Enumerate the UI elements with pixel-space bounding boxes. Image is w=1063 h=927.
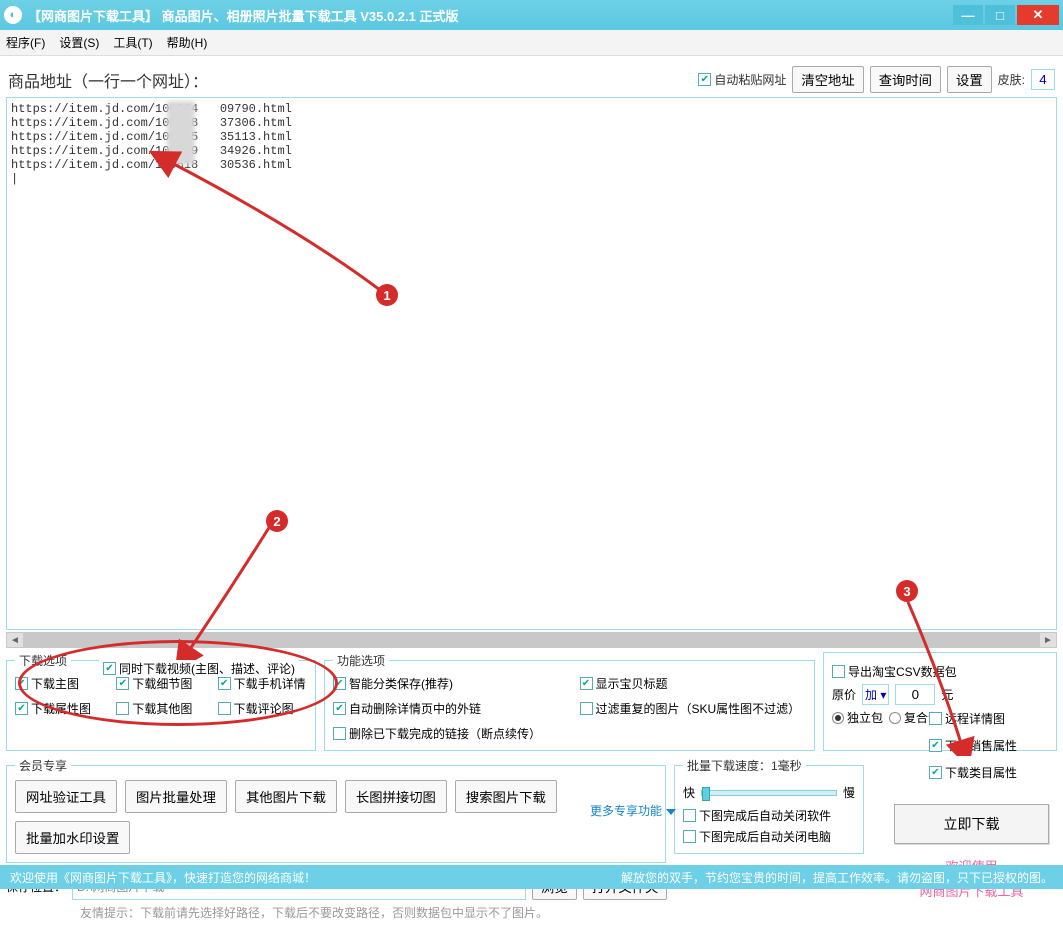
speed-slow-label: 慢 [843, 784, 855, 801]
download-now-button[interactable]: 立即下载 [894, 804, 1049, 844]
auto-paste-checkbox[interactable]: ✔自动粘贴网址 [698, 71, 786, 88]
menubar: 程序(F) 设置(S) 工具(T) 帮助(H) [0, 30, 1063, 56]
url-text: https://item.jd.com/100384 09790.html ht… [11, 102, 292, 186]
single-pack-radio[interactable]: 独立包 [832, 709, 883, 726]
download-comment-checkbox[interactable]: ✔下载评论图 [218, 700, 307, 717]
function-options-legend: 功能选项 [333, 652, 389, 669]
download-video-label: 同时下载视频(主图、描述、评论) [119, 660, 295, 677]
batch-image-button[interactable]: 图片批量处理 [125, 780, 227, 813]
function-options-group: 功能选项 ✔智能分类保存(推荐) ✔显示宝贝标题 ✔自动删除详情页中的外链 ✔过… [324, 652, 815, 751]
price-label: 原价 [832, 686, 856, 703]
cat-attr-checkbox[interactable]: ✔下载类目属性 [929, 764, 1049, 781]
auto-del-link-checkbox[interactable]: ✔自动删除详情页中的外链 [333, 700, 560, 717]
titlebar: ◐ 【网商图片下载工具】 商品图片、相册照片批量下载工具 V35.0.2.1 正… [0, 0, 1063, 30]
url-textarea[interactable]: https://item.jd.com/100384 09790.html ht… [6, 97, 1057, 630]
scroll-right-icon[interactable]: ► [1040, 633, 1056, 647]
window-title: 【网商图片下载工具】 商品图片、相册照片批量下载工具 V35.0.2.1 正式版 [28, 6, 953, 25]
clear-url-button[interactable]: 清空地址 [792, 66, 863, 93]
download-main-checkbox[interactable]: ✔下载主图 [15, 675, 104, 692]
more-features-link[interactable]: 更多专享功能 [590, 802, 676, 819]
menu-help[interactable]: 帮助(H) [167, 34, 208, 51]
scroll-left-icon[interactable]: ◄ [7, 633, 23, 647]
sale-attr-checkbox[interactable]: ✔下载销售属性 [929, 737, 1049, 754]
remote-detail-checkbox[interactable]: ✔远程详情图 [929, 710, 1049, 727]
status-right: 解放您的双手，节约您宝贵的时间，提高工作效率。请勿盗图，只下已授权的图。 [621, 869, 1053, 886]
minimize-button[interactable]: — [953, 5, 983, 25]
download-options-legend: 下载选项 [15, 652, 71, 669]
maximize-button[interactable]: □ [985, 5, 1015, 25]
member-group: 会员专享 网址验证工具 图片批量处理 其他图片下载 长图拼接切图 搜索图片下载 … [6, 757, 666, 863]
save-hint: 友情提示：下载前请先选择好路径，下载后不要改变路径，否则数据包中显示不了图片。 [80, 904, 1057, 921]
filter-dup-checkbox[interactable]: ✔过滤重复的图片（SKU属性图不过滤） [580, 700, 807, 717]
close-pc-checkbox[interactable]: ✔下图完成后自动关闭电脑 [683, 828, 831, 845]
auto-paste-label: 自动粘贴网址 [714, 71, 786, 88]
price-unit: 元 [941, 686, 953, 703]
export-csv-checkbox[interactable]: ✔导出淘宝CSV数据包 [832, 663, 957, 680]
show-title-checkbox[interactable]: ✔显示宝贝标题 [580, 675, 807, 692]
del-done-checkbox[interactable]: ✔删除已下载完成的链接（断点续传） [333, 725, 560, 742]
settings-button[interactable]: 设置 [947, 66, 992, 93]
speed-group: 批量下载速度：1毫秒 快 慢 ✔下图完成后自动关闭软件 ✔下图完成后自动关闭电脑 [674, 757, 864, 854]
other-image-button[interactable]: 其他图片下载 [235, 780, 337, 813]
close-button[interactable]: ✕ [1017, 5, 1059, 25]
section-title: 商品地址（一行一个网址）： [8, 68, 698, 92]
horizontal-scrollbar[interactable]: ◄ ► [6, 632, 1057, 648]
close-soft-checkbox[interactable]: ✔下图完成后自动关闭软件 [683, 807, 831, 824]
statusbar: 欢迎使用《网商图片下载工具》，快速打造您的网络商城！ 解放您的双手，节约您宝贵的… [0, 865, 1063, 889]
speed-legend: 批量下载速度：1毫秒 [683, 757, 806, 774]
skin-label: 皮肤: [998, 71, 1025, 88]
price-op-select[interactable]: 加 ▾ [862, 684, 889, 705]
download-options-group: 下载选项 ✔同时下载视频(主图、描述、评论) ✔下载主图 ✔下载细节图 ✔下载手… [6, 652, 316, 751]
menu-program[interactable]: 程序(F) [6, 34, 45, 51]
redaction-blur [167, 101, 195, 165]
price-input[interactable] [895, 684, 935, 705]
longimg-button[interactable]: 长图拼接切图 [345, 780, 447, 813]
status-left: 欢迎使用《网商图片下载工具》，快速打造您的网络商城！ [10, 869, 316, 886]
url-verify-button[interactable]: 网址验证工具 [15, 780, 117, 813]
watermark-button[interactable]: 批量加水印设置 [15, 821, 130, 854]
download-mobile-checkbox[interactable]: ✔下载手机详情 [218, 675, 307, 692]
download-attr-checkbox[interactable]: ✔下载属性图 [15, 700, 104, 717]
speed-slider[interactable] [701, 790, 837, 796]
download-detail-checkbox[interactable]: ✔下载细节图 [116, 675, 205, 692]
download-other-checkbox[interactable]: ✔下载其他图 [116, 700, 205, 717]
app-icon: ◐ [4, 6, 22, 24]
skin-input[interactable] [1031, 69, 1055, 90]
menu-settings[interactable]: 设置(S) [59, 34, 99, 51]
download-video-checkbox[interactable]: ✔同时下载视频(主图、描述、评论) [99, 660, 299, 677]
menu-tools[interactable]: 工具(T) [113, 34, 152, 51]
query-time-button[interactable]: 查询时间 [870, 66, 941, 93]
speed-fast-label: 快 [683, 784, 695, 801]
smart-save-checkbox[interactable]: ✔智能分类保存(推荐) [333, 675, 560, 692]
member-legend: 会员专享 [15, 757, 71, 774]
search-image-button[interactable]: 搜索图片下载 [455, 780, 557, 813]
